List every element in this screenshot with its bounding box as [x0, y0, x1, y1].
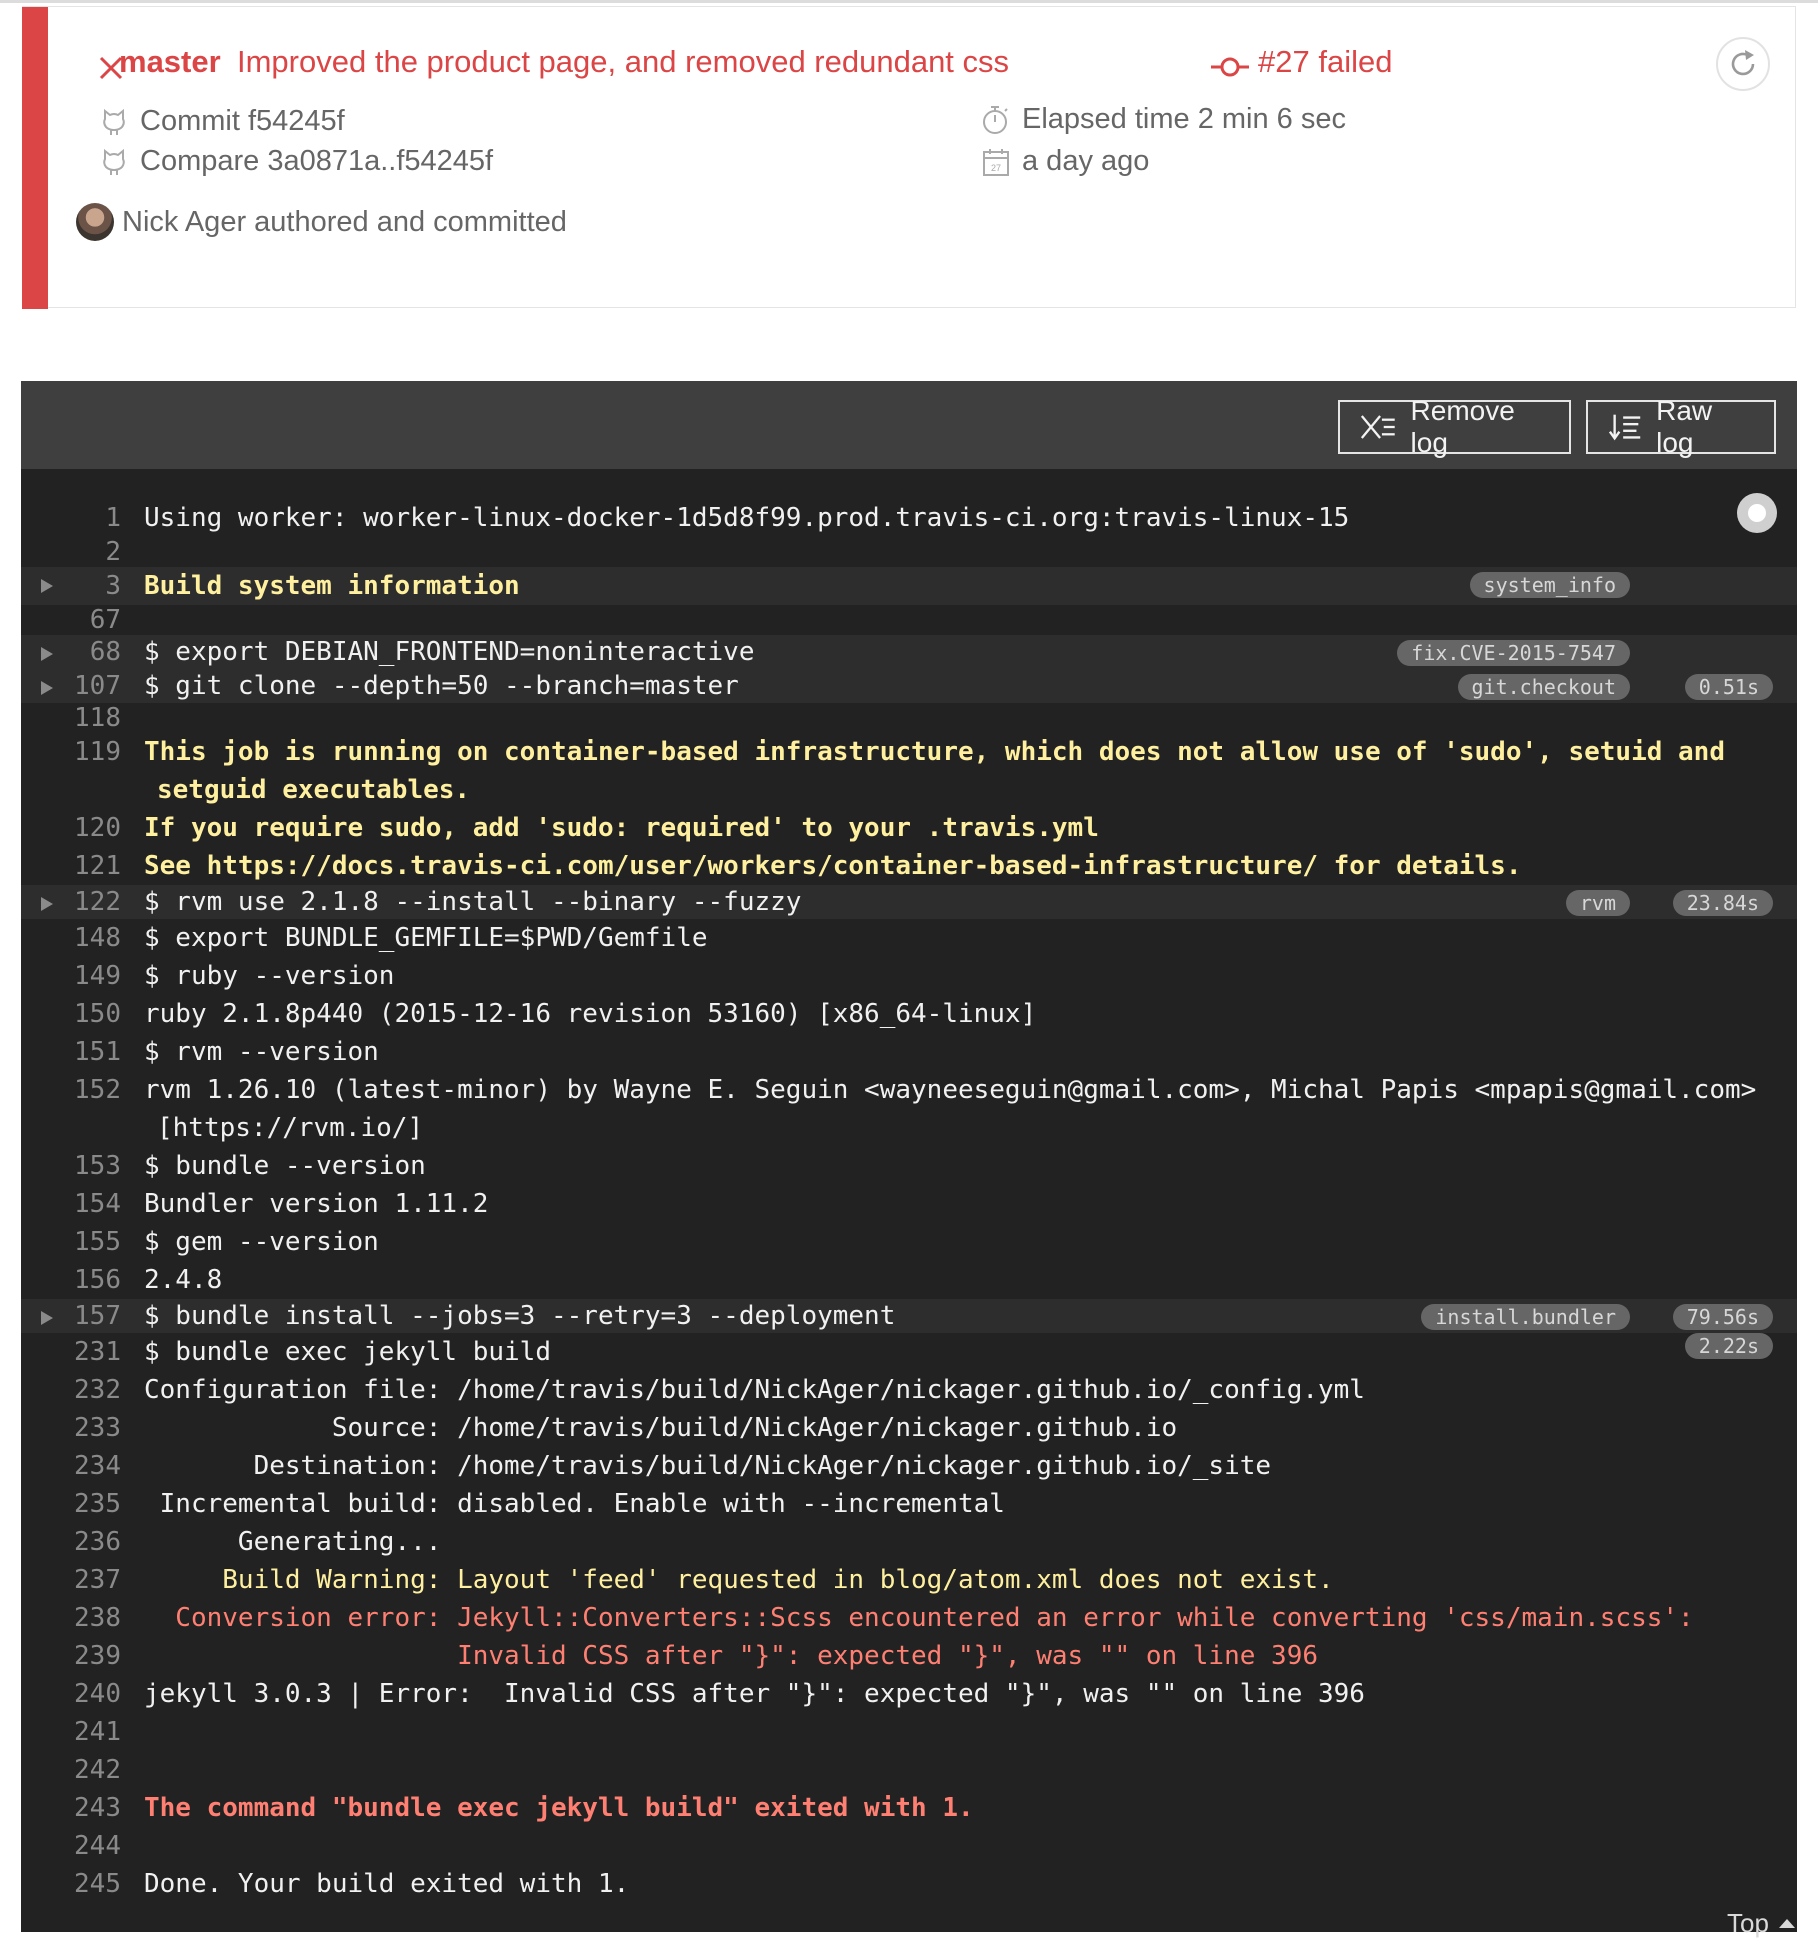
- log-line: 237 Build Warning: Layout 'feed' request…: [74, 1565, 1334, 1595]
- top-rule: [0, 0, 1818, 3]
- fold-tag: fix.CVE-2015-7547: [1397, 640, 1630, 666]
- avatar: [76, 203, 114, 241]
- log-line: 121 See https://docs.travis-ci.com/user/w…: [74, 851, 1522, 881]
- caret-up-icon: [1778, 1919, 1795, 1928]
- log-line: 236 Generating...: [74, 1527, 442, 1557]
- duration-tag: 2.22s: [1684, 1333, 1773, 1359]
- build-date: a day ago: [1022, 145, 1150, 177]
- log-line: 153 $ bundle --version: [74, 1151, 426, 1181]
- log-line: 238 Conversion error: Jekyll::Converters…: [74, 1603, 1694, 1633]
- log-line: 232 Configuration file: /home/travis/buil…: [74, 1375, 1365, 1405]
- remove-log-button[interactable]: Remove log: [1338, 395, 1571, 458]
- log-fold-cve[interactable]: 68 $ export DEBIAN_FRONTEND=noninteractiv…: [21, 635, 1797, 669]
- raw-log-label: Raw log: [1656, 395, 1713, 458]
- fold-tag: install.bundler: [1421, 1304, 1630, 1330]
- raw-log-button[interactable]: Raw log: [1586, 395, 1776, 458]
- log-line: 239 Invalid CSS after "}": expected "}",…: [74, 1641, 1318, 1671]
- elapsed-time: Elapsed time 2 min 6 sec: [1022, 103, 1346, 135]
- elapsed-row: Elapsed time 2 min 6 sec: [980, 103, 1346, 136]
- log-line: 67: [89, 605, 121, 635]
- build-commit-icon: [1211, 57, 1249, 77]
- log-line: 1 Using worker: worker-linux-docker-1d5d8…: [105, 503, 1350, 533]
- log-line: 231 $ bundle exec jekyll build 2.22s: [21, 1333, 1797, 1371]
- log-fold-install-bundler[interactable]: 157 $ bundle install --jobs=3 --retry=3 -…: [21, 1299, 1797, 1333]
- log-lines: 1 Using worker: worker-linux-docker-1d5d8…: [21, 499, 1797, 1903]
- log-line: 119 This job is running on container-base…: [74, 737, 1725, 805]
- log-line: 156 2.4.8: [74, 1265, 223, 1295]
- log-line: 244: [74, 1831, 121, 1861]
- remove-log-icon: [1360, 415, 1395, 439]
- commit-row[interactable]: Commit f54245f: [100, 105, 345, 138]
- fold-tag: git.checkout: [1457, 674, 1630, 700]
- fold-tag: system_info: [1469, 572, 1630, 598]
- scroll-top-link[interactable]: Top: [1727, 1908, 1795, 1939]
- log-fold-git-checkout[interactable]: 107 $ git clone --depth=50 --branch=maste…: [21, 669, 1797, 703]
- failed-status-bar: [22, 7, 48, 309]
- log-line: 2: [105, 537, 121, 567]
- duration-tag: 0.51s: [1684, 674, 1773, 700]
- log-line: 245 Done. Your build exited with 1.: [74, 1869, 630, 1899]
- log-line: 235 Incremental build: disabled. Enable …: [74, 1489, 1005, 1519]
- log-line: 241: [74, 1717, 121, 1747]
- commit-message[interactable]: Improved the product page, and removed r…: [237, 44, 1009, 80]
- log-line: 118: [74, 703, 121, 733]
- compare-row[interactable]: Compare 3a0871a..f54245f: [100, 145, 493, 178]
- commit-link[interactable]: Commit f54245f: [140, 105, 345, 138]
- log-line: 155 $ gem --version: [74, 1227, 379, 1257]
- stopwatch-icon: [983, 105, 1008, 134]
- log-line: 120 If you require sudo, add 'sudo: requi…: [74, 813, 1099, 843]
- log-fold-rvm[interactable]: 122 $ rvm use 2.1.8 --install --binary --…: [21, 885, 1797, 919]
- log-line: 148 $ export BUNDLE_GEMFILE=$PWD/Gemfile: [74, 923, 708, 953]
- remove-log-label: Remove log: [1410, 395, 1515, 458]
- author-row: Nick Ager authored and committed: [76, 203, 567, 241]
- duration-tag: 23.84s: [1672, 890, 1773, 916]
- fold-tag: rvm: [1565, 890, 1630, 916]
- calendar-icon: 27: [983, 148, 1009, 176]
- log-line: 234 Destination: /home/travis/build/Nick…: [74, 1451, 1272, 1481]
- build-summary-card: master Improved the product page, and re…: [22, 6, 1796, 309]
- log-line: 154 Bundler version 1.11.2: [74, 1189, 489, 1219]
- date-row: 27 a day ago: [982, 145, 1149, 178]
- restart-icon: [1731, 50, 1755, 76]
- author-text: Nick Ager authored and committed: [122, 205, 567, 238]
- log-line: 152 rvm 1.26.10 (latest-minor) by Wayne E…: [74, 1075, 1757, 1143]
- log-line: 243 The command "bundle exec jekyll build…: [74, 1793, 974, 1823]
- log-line: 149 $ ruby --version: [74, 961, 395, 991]
- github-icon: [103, 108, 125, 135]
- duration-tag: 79.56s: [1672, 1304, 1773, 1330]
- compare-link[interactable]: Compare 3a0871a..f54245f: [140, 145, 493, 178]
- raw-log-icon: [1608, 414, 1641, 441]
- calendar-day: 27: [991, 163, 1001, 173]
- github-icon: [103, 148, 125, 175]
- log-line: 151 $ rvm --version: [74, 1037, 379, 1067]
- log-line: 150 ruby 2.1.8p440 (2015-12-16 revision 5…: [74, 999, 1037, 1029]
- branch-name[interactable]: master: [119, 44, 221, 80]
- log-line: 242: [74, 1755, 121, 1785]
- log-toolbar: Remove log Raw log: [21, 381, 1797, 469]
- job-log-panel: Remove log Raw log 1 Using worker: worker…: [21, 381, 1797, 1938]
- log-line: 233 Source: /home/travis/build/NickAger/…: [74, 1413, 1178, 1443]
- log-fold-system-info[interactable]: 3 Build system information system_info: [21, 567, 1797, 605]
- log-line: 240 jekyll 3.0.3 | Error: Invalid CSS aft…: [74, 1679, 1365, 1709]
- restart-build-button[interactable]: [1716, 37, 1770, 91]
- build-status[interactable]: #27 failed: [1258, 44, 1392, 80]
